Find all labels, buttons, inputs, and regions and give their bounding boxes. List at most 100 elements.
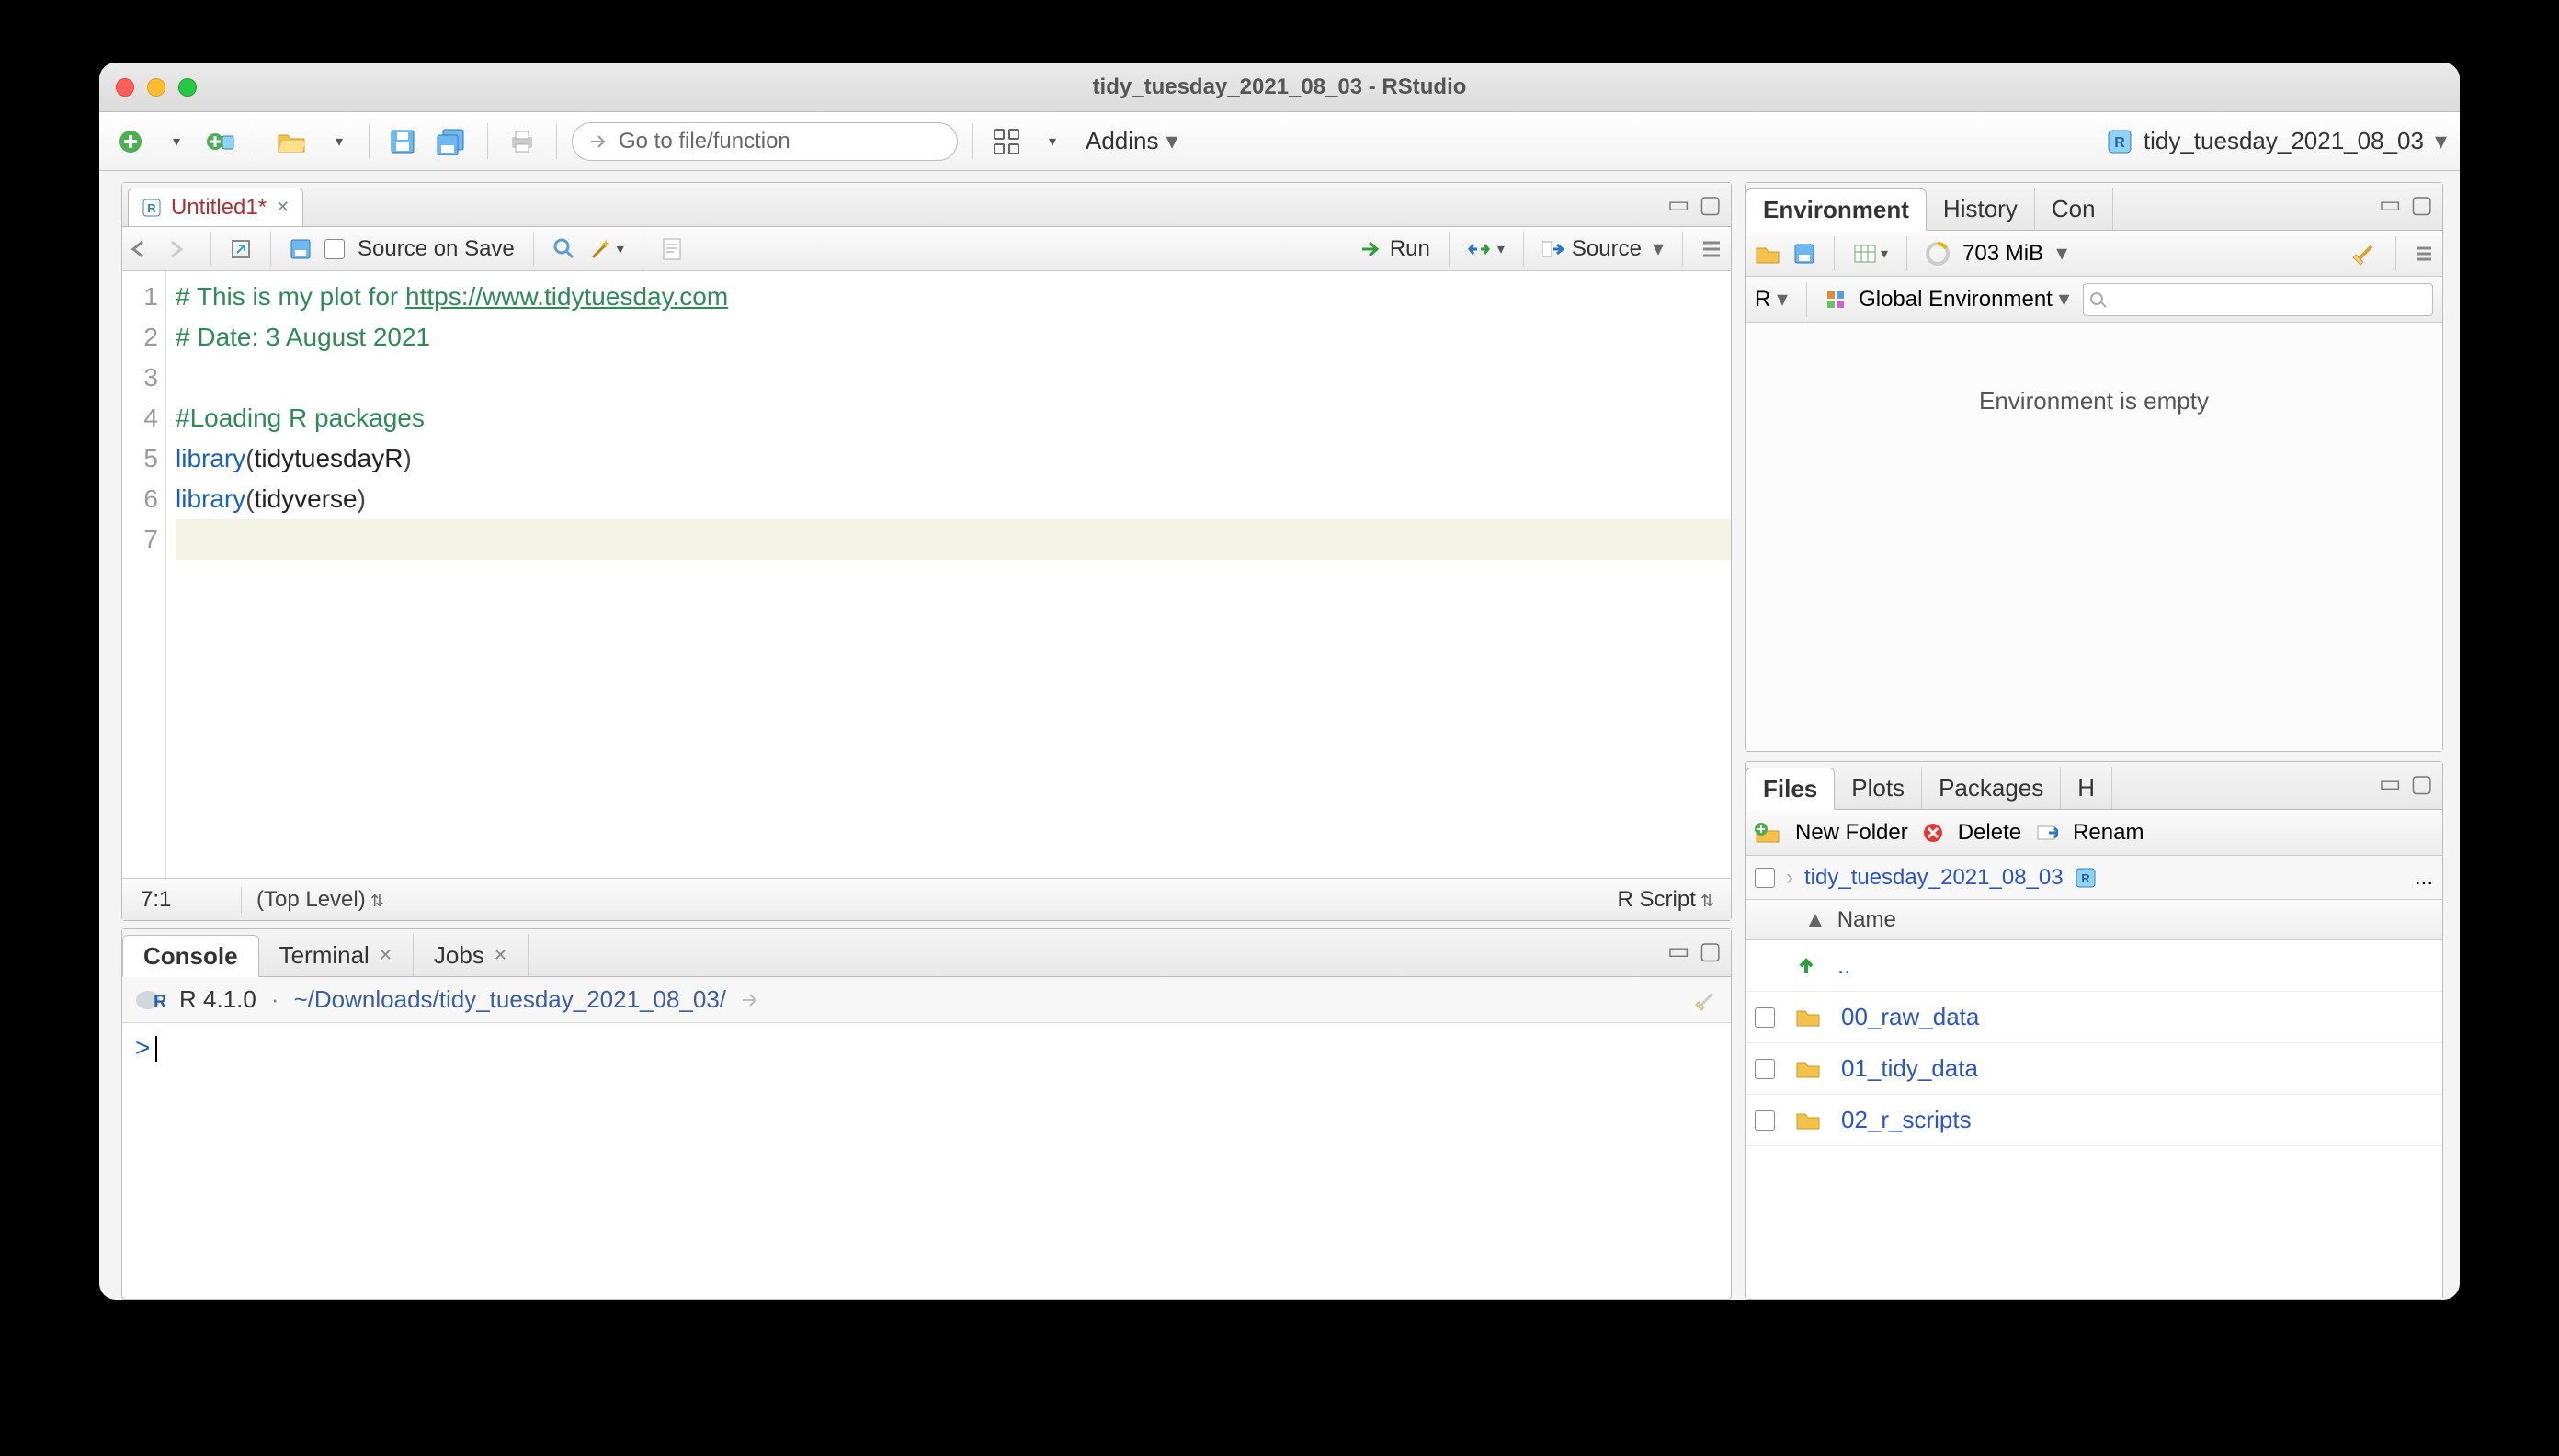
minimize-pane-icon[interactable]: ▭: [2379, 769, 2402, 798]
minimize-pane-icon[interactable]: ▭: [1667, 190, 1690, 219]
select-all-checkbox[interactable]: [1755, 868, 1775, 888]
tab-connections[interactable]: Con: [2035, 188, 2113, 230]
minimize-pane-icon[interactable]: ▭: [2379, 190, 2402, 219]
more-button[interactable]: ...: [2415, 865, 2433, 891]
chevron-down-icon[interactable]: ▾: [2056, 240, 2067, 267]
rename-label[interactable]: Renam: [2073, 820, 2144, 846]
new-file-dropdown[interactable]: [158, 123, 191, 160]
file-row[interactable]: 00_raw_data: [1746, 992, 2442, 1043]
tab-help[interactable]: H: [2061, 767, 2112, 809]
goto-file-function-input[interactable]: Go to file/function: [572, 122, 958, 161]
close-tab-button[interactable]: ✕: [276, 198, 290, 217]
source-on-save-label: Source on Save: [358, 236, 515, 262]
svg-text:R: R: [2081, 871, 2090, 885]
left-column: R Untitled1* ✕ ▭ ▢: [99, 171, 1739, 1300]
show-in-new-window-button[interactable]: [230, 238, 252, 260]
find-button[interactable]: [552, 237, 576, 261]
print-button[interactable]: [503, 123, 541, 160]
pane-controls: ▭ ▢: [2379, 190, 2433, 219]
new-project-button[interactable]: [200, 123, 241, 160]
working-directory[interactable]: ~/Downloads/tidy_tuesday_2021_08_03/: [294, 985, 727, 1014]
run-button[interactable]: Run: [1360, 236, 1430, 262]
tab-terminal[interactable]: Terminal✕: [259, 934, 414, 976]
compile-report-button[interactable]: [662, 237, 682, 261]
maximize-pane-icon[interactable]: ▢: [2410, 190, 2433, 219]
scope-selector[interactable]: (Top Level): [242, 887, 1618, 913]
env-scope-dropdown[interactable]: Global Environment ▾: [1859, 286, 2070, 313]
goto-arrow-icon[interactable]: [741, 991, 759, 1009]
panes-layout-button[interactable]: [988, 123, 1025, 160]
file-checkbox[interactable]: [1755, 1007, 1775, 1028]
panes-layout-dropdown[interactable]: [1034, 123, 1067, 160]
console-body[interactable]: >: [122, 1023, 1731, 1299]
breadcrumb-chevron-icon: ›: [1786, 865, 1793, 891]
magic-wand-button[interactable]: [589, 237, 624, 261]
outline-button[interactable]: [1701, 240, 1722, 258]
source-tab[interactable]: R Untitled1* ✕: [128, 188, 303, 226]
file-checkbox[interactable]: [1755, 1110, 1775, 1131]
source-on-save-checkbox[interactable]: [324, 239, 345, 259]
tab-packages[interactable]: Packages: [1922, 767, 2061, 809]
maximize-pane-icon[interactable]: ▢: [1699, 937, 1722, 965]
open-file-button[interactable]: [271, 123, 312, 160]
save-button[interactable]: [384, 123, 421, 160]
app-window: tidy_tuesday_2021_08_03 - RStudio Go to: [99, 63, 2460, 1300]
maximize-pane-icon[interactable]: ▢: [1699, 190, 1722, 219]
env-language-dropdown[interactable]: R ▾: [1755, 286, 1788, 313]
sort-asc-icon[interactable]: ▲: [1804, 907, 1826, 933]
file-name: 00_raw_data: [1841, 1003, 1979, 1031]
addins-menu[interactable]: Addins ▾: [1086, 127, 1178, 155]
open-recent-dropdown[interactable]: [321, 123, 354, 160]
new-folder-button[interactable]: [1755, 822, 1780, 844]
delete-button[interactable]: [1923, 823, 1943, 843]
rename-button[interactable]: [2036, 823, 2058, 843]
code-area[interactable]: # This is my plot for https://www.tidytu…: [166, 271, 1731, 878]
list-grid-toggle[interactable]: [2415, 245, 2433, 262]
chevron-down-icon: ▾: [1653, 235, 1664, 262]
memory-label[interactable]: 703 MiB: [1962, 241, 2043, 267]
chevron-down-icon: ▾: [2435, 127, 2447, 155]
tab-jobs[interactable]: Jobs✕: [414, 934, 529, 976]
tab-console[interactable]: Console: [122, 935, 259, 977]
language-selector[interactable]: R Script: [1618, 887, 1731, 913]
save-workspace-button[interactable]: [1793, 243, 1815, 265]
rproj-icon[interactable]: R: [2075, 867, 2097, 889]
source-script-button[interactable]: Source ▾: [1542, 235, 1664, 262]
tab-plots[interactable]: Plots: [1835, 767, 1922, 809]
source-pane: R Untitled1* ✕ ▭ ▢: [121, 182, 1732, 921]
maximize-pane-icon[interactable]: ▢: [2410, 769, 2433, 798]
import-dataset-button[interactable]: [1853, 244, 1888, 264]
line-number-gutter: 1234567: [122, 271, 166, 878]
new-folder-label[interactable]: New Folder: [1795, 820, 1908, 846]
env-search-input[interactable]: [2083, 283, 2433, 316]
save-all-button[interactable]: [430, 123, 472, 160]
close-icon[interactable]: ✕: [494, 946, 507, 965]
clear-env-button[interactable]: [2351, 241, 2377, 267]
tab-files[interactable]: Files: [1746, 768, 1835, 810]
delete-label[interactable]: Delete: [1958, 820, 2021, 846]
file-row[interactable]: ..: [1746, 940, 2442, 992]
close-icon[interactable]: ✕: [379, 946, 392, 965]
re-run-button[interactable]: [1468, 240, 1505, 258]
save-source-button[interactable]: [290, 238, 312, 260]
run-arrow-icon: [1360, 240, 1384, 258]
load-workspace-button[interactable]: [1755, 243, 1780, 265]
project-menu[interactable]: R tidy_tuesday_2021_08_03 ▾: [2107, 127, 2447, 155]
nav-back-button[interactable]: [131, 240, 155, 258]
file-row[interactable]: 02_r_scripts: [1746, 1095, 2442, 1146]
code-editor[interactable]: 1234567 # This is my plot for https://ww…: [122, 271, 1731, 878]
file-checkbox[interactable]: [1755, 1059, 1775, 1079]
console-tab-strip: Console Terminal✕ Jobs✕ ▭ ▢: [122, 929, 1731, 977]
column-name-header[interactable]: Name: [1837, 907, 1896, 933]
new-file-button[interactable]: [112, 123, 149, 160]
window-title: tidy_tuesday_2021_08_03 - RStudio: [99, 74, 2460, 100]
minimize-pane-icon[interactable]: ▭: [1667, 937, 1690, 965]
file-row[interactable]: 01_tidy_data: [1746, 1043, 2442, 1095]
nav-forward-button[interactable]: [168, 240, 192, 258]
tab-environment[interactable]: Environment: [1746, 188, 1927, 231]
clear-console-button[interactable]: [1694, 988, 1718, 1012]
tab-history[interactable]: History: [1927, 188, 2035, 230]
svg-text:R: R: [147, 201, 156, 215]
files-breadcrumb[interactable]: tidy_tuesday_2021_08_03: [1804, 865, 2064, 891]
files-tab-strip: Files Plots Packages H ▭ ▢: [1746, 762, 2442, 810]
